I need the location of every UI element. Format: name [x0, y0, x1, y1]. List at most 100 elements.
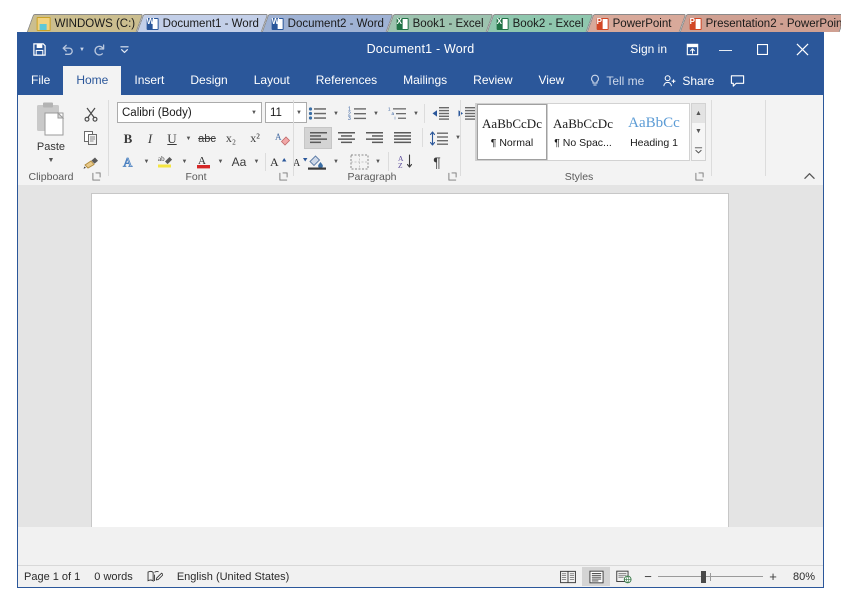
- paste-dropdown-icon[interactable]: ▼: [26, 157, 76, 164]
- paragraph-dialog-launcher[interactable]: [447, 171, 458, 182]
- font-color-button[interactable]: A: [191, 151, 215, 172]
- cut-button[interactable]: [80, 103, 102, 125]
- multilevel-list-dropdown-icon[interactable]: ▼: [410, 103, 422, 124]
- zoom-slider-thumb[interactable]: [701, 570, 706, 583]
- styles-gallery[interactable]: AaBbCcDc ¶ Normal AaBbCcDc ¶ No Spac... …: [475, 103, 690, 161]
- font-name-input[interactable]: Calibri (Body) ▼: [117, 102, 262, 123]
- document-page[interactable]: [91, 193, 729, 527]
- change-case-button[interactable]: Aa: [227, 151, 251, 172]
- justify-button[interactable]: [388, 127, 416, 149]
- sign-in-button[interactable]: Sign in: [620, 33, 677, 66]
- borders-button[interactable]: [346, 151, 372, 172]
- word-count[interactable]: 0 words: [94, 571, 133, 583]
- close-button[interactable]: [781, 33, 823, 66]
- taskbar-tab-label: Book2 - Excel: [512, 17, 584, 30]
- language-indicator[interactable]: English (United States): [177, 571, 290, 583]
- align-left-button[interactable]: [304, 127, 332, 149]
- collapse-ribbon-icon[interactable]: [802, 169, 816, 183]
- read-mode-icon[interactable]: [554, 567, 582, 586]
- bullets-button[interactable]: [304, 103, 330, 124]
- decrease-indent-button[interactable]: [427, 103, 453, 124]
- ribbon-tab-layout[interactable]: Layout: [241, 66, 303, 95]
- taskbar-tab-powerpoint[interactable]: PowerPoint: [586, 14, 687, 32]
- underline-dropdown-icon[interactable]: ▼: [183, 128, 194, 149]
- line-spacing-button[interactable]: [426, 127, 452, 149]
- styles-scroll-buttons[interactable]: ▲ ▼: [691, 103, 706, 161]
- ribbon-tab-mailings[interactable]: Mailings: [390, 66, 460, 95]
- taskbar-tab-book1-excel[interactable]: Book1 - Excel: [386, 14, 494, 32]
- align-center-button[interactable]: [332, 127, 360, 149]
- ribbon-tab-view[interactable]: View: [526, 66, 578, 95]
- ribbon-tab-design[interactable]: Design: [177, 66, 240, 95]
- taskbar-tab-book2-excel[interactable]: Book2 - Excel: [486, 14, 594, 32]
- ribbon-tab-insert[interactable]: Insert: [121, 66, 177, 95]
- tell-me-button[interactable]: Tell me: [577, 66, 654, 95]
- proofing-icon[interactable]: [147, 570, 163, 583]
- paste-button[interactable]: Paste ▼: [26, 101, 76, 175]
- web-layout-icon[interactable]: [610, 567, 638, 586]
- style-tile-normal[interactable]: AaBbCcDc ¶ Normal: [476, 103, 548, 161]
- ribbon-home-panel: Paste ▼ Clipboard Calibri (Body) ▼ 11 ▼ …: [18, 95, 823, 186]
- zoom-out-button[interactable]: −: [638, 569, 658, 584]
- style-tile-heading-1[interactable]: AaBbCс Heading 1: [619, 104, 689, 160]
- taskbar-tab-document1-word[interactable]: Document1 - Word: [136, 14, 269, 32]
- clipboard-dialog-launcher[interactable]: [91, 171, 102, 182]
- align-right-button[interactable]: [360, 127, 388, 149]
- styles-more-icon[interactable]: [692, 141, 705, 160]
- taskbar-tab-windows-c[interactable]: WINDOWS (C:): [26, 14, 144, 32]
- document-workspace[interactable]: [18, 185, 823, 527]
- minimize-button[interactable]: —: [707, 33, 744, 66]
- ribbon-tab-references[interactable]: References: [303, 66, 390, 95]
- status-bar-right: − + 80%: [554, 566, 817, 587]
- text-effects-button[interactable]: A: [117, 151, 141, 172]
- comments-icon[interactable]: [722, 66, 752, 95]
- italic-button[interactable]: I: [139, 128, 161, 149]
- strikethrough-button[interactable]: abc: [195, 128, 219, 149]
- text-highlight-button[interactable]: ab: [153, 151, 179, 172]
- taskbar-tab-presentation2-powerpoint[interactable]: Presentation2 - PowerPoint: [679, 14, 841, 32]
- print-layout-icon[interactable]: [582, 567, 610, 586]
- status-bar: Page 1 of 1 0 words English (United Stat…: [18, 565, 823, 587]
- format-painter-button[interactable]: [80, 151, 102, 173]
- ribbon-tab-file[interactable]: File: [18, 66, 63, 95]
- superscript-button[interactable]: x²: [243, 128, 267, 149]
- text-effects-dropdown-icon[interactable]: ▼: [141, 151, 152, 172]
- maximize-button[interactable]: [744, 33, 781, 66]
- taskbar-tab-document2-word[interactable]: Document2 - Word: [261, 14, 394, 32]
- bullets-dropdown-icon[interactable]: ▼: [330, 103, 342, 124]
- copy-button[interactable]: [80, 127, 102, 149]
- ribbon-tab-home[interactable]: Home: [63, 66, 122, 95]
- style-tile-no-spacing[interactable]: AaBbCcDc ¶ No Spac...: [548, 104, 618, 160]
- text-highlight-dropdown-icon[interactable]: ▼: [179, 151, 190, 172]
- svg-text:A: A: [123, 154, 133, 169]
- ribbon-tab-review[interactable]: Review: [460, 66, 525, 95]
- grow-font-button[interactable]: A: [267, 151, 289, 172]
- font-inner-divider: [265, 153, 266, 171]
- styles-dialog-launcher[interactable]: [694, 171, 705, 182]
- numbering-dropdown-icon[interactable]: ▼: [370, 103, 382, 124]
- borders-dropdown-icon[interactable]: ▼: [372, 151, 384, 172]
- shading-dropdown-icon[interactable]: ▼: [330, 151, 342, 172]
- share-button[interactable]: Share: [654, 66, 722, 95]
- styles-scroll-up-icon[interactable]: ▲: [692, 104, 705, 123]
- ribbon-display-options-icon[interactable]: [677, 33, 707, 66]
- numbering-button[interactable]: 1 2 3: [344, 103, 370, 124]
- subscript-button[interactable]: x₂: [219, 128, 243, 149]
- change-case-dropdown-icon[interactable]: ▼: [251, 151, 262, 172]
- multilevel-list-button[interactable]: 1 a i: [384, 103, 410, 124]
- zoom-slider[interactable]: [658, 570, 763, 584]
- zoom-level[interactable]: 80%: [783, 571, 817, 583]
- underline-button[interactable]: U: [161, 128, 183, 149]
- font-color-dropdown-icon[interactable]: ▼: [215, 151, 226, 172]
- sort-button[interactable]: A Z: [392, 151, 418, 172]
- clear-formatting-button[interactable]: A: [271, 128, 295, 149]
- bold-button[interactable]: B: [117, 128, 139, 149]
- page-count[interactable]: Page 1 of 1: [24, 571, 80, 583]
- shading-button[interactable]: [304, 151, 330, 172]
- tell-me-label: Tell me: [606, 73, 645, 88]
- zoom-in-button[interactable]: +: [763, 569, 783, 584]
- font-dialog-launcher[interactable]: [278, 171, 289, 182]
- show-paragraph-marks-button[interactable]: ¶: [424, 151, 450, 172]
- font-name-dropdown-icon[interactable]: ▼: [247, 110, 261, 116]
- styles-scroll-down-icon[interactable]: ▼: [692, 123, 705, 142]
